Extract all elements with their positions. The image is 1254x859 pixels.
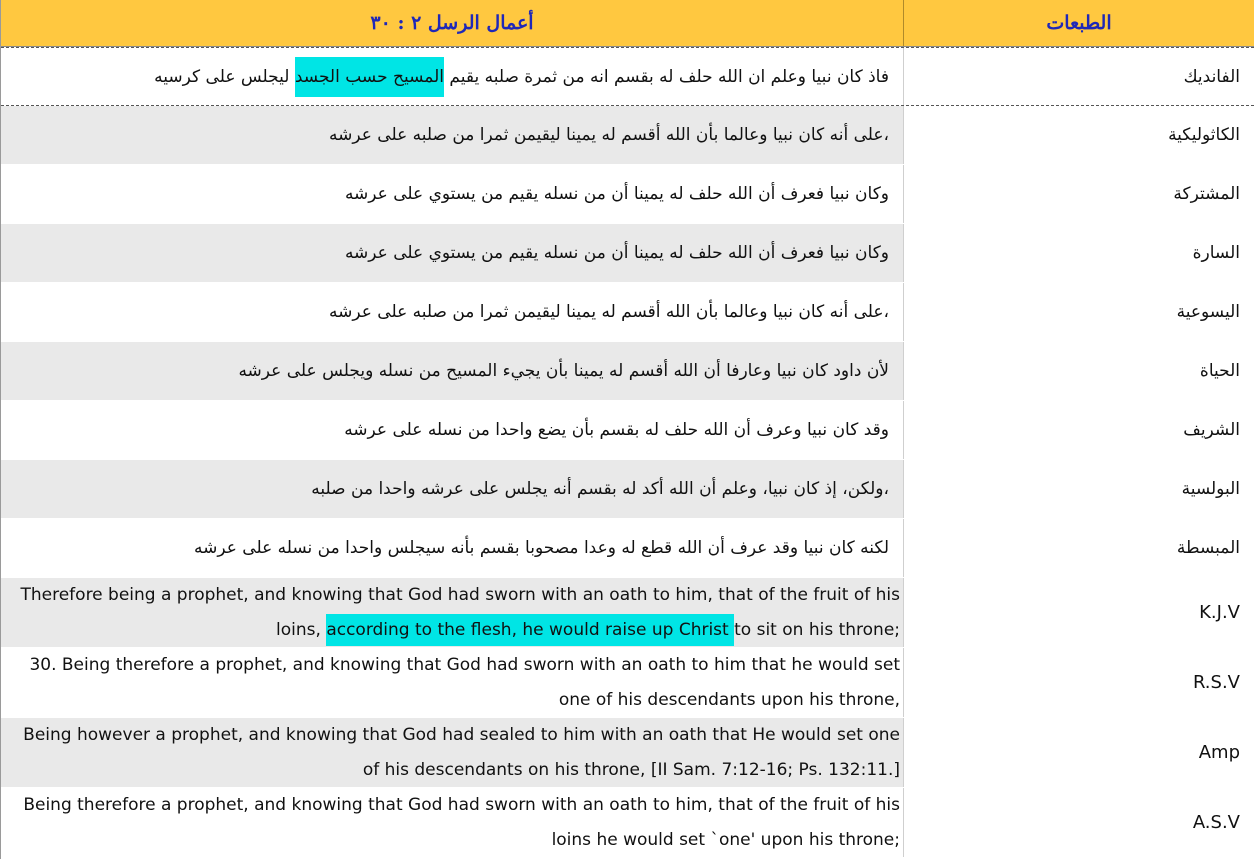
verse-text: Being therefore a prophet, and knowing t… xyxy=(23,794,900,850)
table-row: Being therefore a prophet, and knowing t… xyxy=(1,788,1254,858)
table-row: Being however a prophet, and knowing tha… xyxy=(1,718,1254,788)
edition-name: السارة xyxy=(1192,243,1240,263)
table-row: 30. Being therefore a prophet, and knowi… xyxy=(1,648,1254,718)
table-row: لأن داود كان نبيا وعارفا أن الله أقسم له… xyxy=(1,342,1254,401)
edition-name: اليسوعية xyxy=(1176,302,1240,322)
table-row: وقد كان نبيا وعرف أن الله حلف له بقسم بأ… xyxy=(1,401,1254,460)
edition-name: المبسطة xyxy=(1176,538,1240,558)
edition-name: البولسية xyxy=(1181,479,1240,499)
verse-text-cell: فاذ كان نبيا وعلم ان الله حلف له بقسم ان… xyxy=(1,48,904,105)
verse-text: Therefore being a prophet, and knowing t… xyxy=(5,578,900,648)
table-row: فاذ كان نبيا وعلم ان الله حلف له بقسم ان… xyxy=(1,47,1254,106)
verse-text: فاذ كان نبيا وعلم ان الله حلف له بقسم ان… xyxy=(154,56,889,97)
editions-header: الطبعات xyxy=(1046,12,1112,34)
verse-text: Being however a prophet, and knowing tha… xyxy=(23,724,900,780)
edition-name: الشريف xyxy=(1183,420,1240,440)
highlighted-phrase: المسيح حسب الجسد xyxy=(294,56,444,97)
table-row: ،ولكن، إذ كان نبيا، وعلم أن الله أكد له … xyxy=(1,460,1254,519)
highlighted-phrase: according to the flesh, he would raise u… xyxy=(326,613,735,646)
verse-text-cell: Being therefore a prophet, and knowing t… xyxy=(1,788,904,857)
table-row: ،على أنه كان نبيا وعالما بأن الله أقسم ل… xyxy=(1,283,1254,342)
edition-name: A.S.V xyxy=(1192,812,1240,833)
verse-text: ،على أنه كان نبيا وعالما بأن الله أقسم ل… xyxy=(1,283,904,341)
verse-text-cell: Therefore being a prophet, and knowing t… xyxy=(1,578,904,647)
verse-text: 30. Being therefore a prophet, and knowi… xyxy=(29,654,900,710)
table-row: وكان نبيا فعرف أن الله حلف له يمينا أن م… xyxy=(1,165,1254,224)
edition-name: Amp xyxy=(1198,742,1240,763)
verse-text: وكان نبيا فعرف أن الله حلف له يمينا أن م… xyxy=(1,224,904,282)
verse-reference-header: أعمال الرسل ٢ : ٣٠ xyxy=(1,0,904,46)
verse-text: لأن داود كان نبيا وعارفا أن الله أقسم له… xyxy=(1,342,904,400)
verse-text-cell: Being however a prophet, and knowing tha… xyxy=(1,718,904,787)
edition-name: المشتركة xyxy=(1173,184,1240,204)
verse-text: وقد كان نبيا وعرف أن الله حلف له بقسم بأ… xyxy=(1,401,904,459)
verse-text: لكنه كان نبيا وقد عرف أن الله قطع له وعد… xyxy=(1,519,904,577)
table-row: Therefore being a prophet, and knowing t… xyxy=(1,578,1254,648)
edition-name: الكاثوليكية xyxy=(1168,125,1240,145)
comparison-table: أعمال الرسل ٢ : ٣٠ الطبعات فاذ كان نبيا … xyxy=(0,0,1254,859)
verse-text: ،ولكن، إذ كان نبيا، وعلم أن الله أكد له … xyxy=(1,460,904,518)
table-row: لكنه كان نبيا وقد عرف أن الله قطع له وعد… xyxy=(1,519,1254,578)
verse-text-cell: 30. Being therefore a prophet, and knowi… xyxy=(1,648,904,717)
table-header: أعمال الرسل ٢ : ٣٠ الطبعات xyxy=(1,0,1254,47)
verse-text: وكان نبيا فعرف أن الله حلف له يمينا أن م… xyxy=(1,165,904,223)
edition-name: الحياة xyxy=(1199,361,1240,381)
verse-text: ،على أنه كان نبيا وعالما بأن الله أقسم ل… xyxy=(1,106,904,164)
edition-name: R.S.V xyxy=(1192,672,1240,693)
edition-name: الفانديك xyxy=(1183,66,1240,87)
table-row: وكان نبيا فعرف أن الله حلف له يمينا أن م… xyxy=(1,224,1254,283)
table-row: ،على أنه كان نبيا وعالما بأن الله أقسم ل… xyxy=(1,106,1254,165)
edition-name: K.J.V xyxy=(1199,602,1240,623)
